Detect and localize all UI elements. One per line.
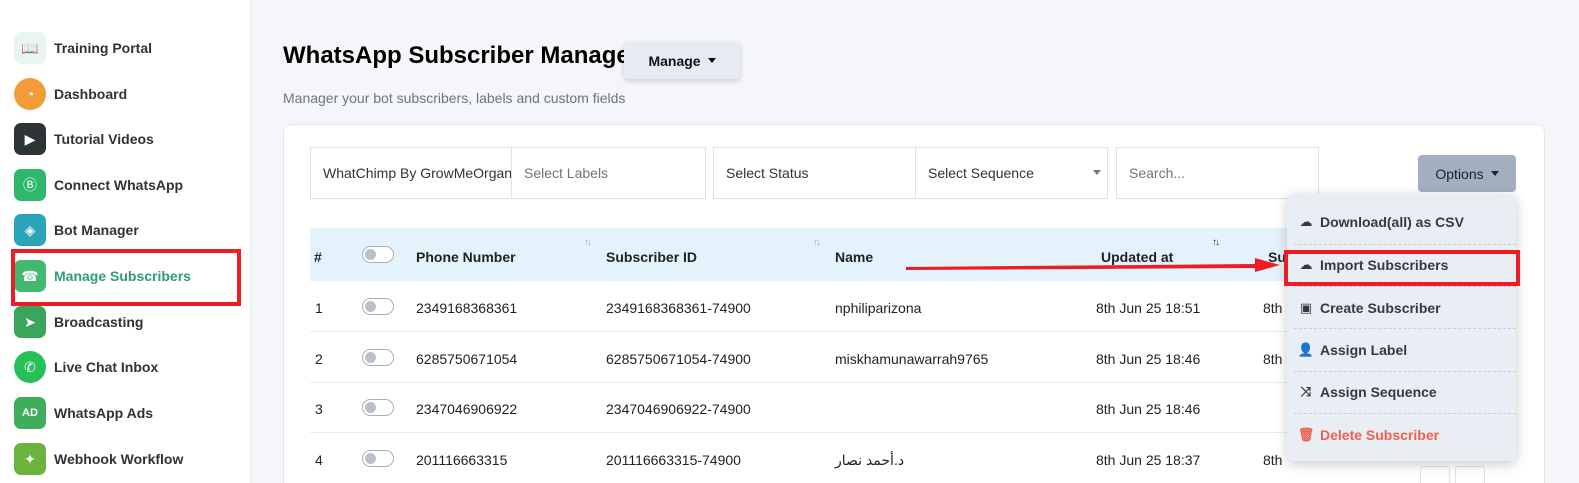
- arrow-shape: [906, 258, 1280, 272]
- annotation-arrow: [906, 258, 1280, 272]
